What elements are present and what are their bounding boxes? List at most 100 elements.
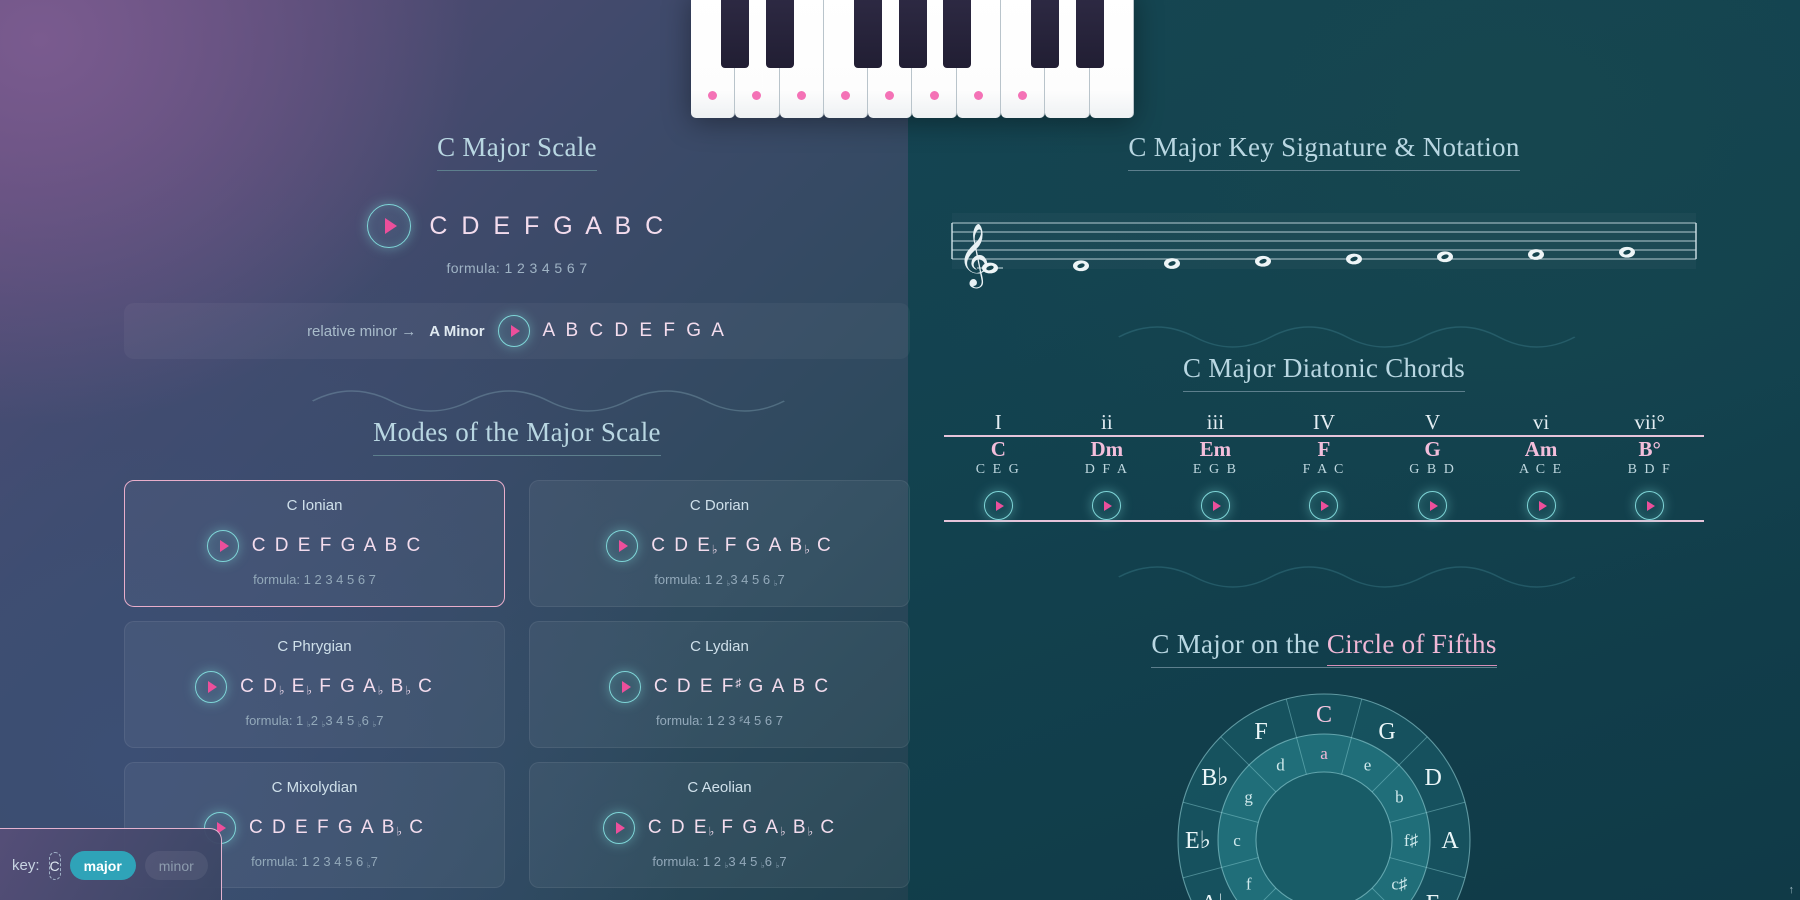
chord-tones-row-cell: C E G [975, 462, 1021, 477]
circle-title-prefix: C Major on the [1151, 629, 1327, 659]
mode-notes: C D E F G A B C [251, 535, 423, 556]
svg-text:D: D [1424, 765, 1441, 791]
piano-black-key[interactable] [1075, 0, 1104, 68]
mode-formula: formula: 1 2 3 4 5 6 7 [253, 572, 376, 587]
piano-key-dot [752, 91, 762, 100]
key-minor-button[interactable]: minor [144, 851, 208, 880]
play-icon-chord[interactable] [1092, 491, 1122, 520]
key-note-button[interactable]: C [48, 851, 61, 880]
mode-card[interactable]: C Aeolian C D E♭ F G A♭ B♭ C formula: 1 2 … [529, 761, 910, 889]
play-icon-chord[interactable] [1635, 491, 1665, 520]
relative-minor-card[interactable]: relative minor → A Minor A B C D E F G A [124, 303, 910, 359]
left-panel: C Major Scale C D E F G A B C formula: 1… [124, 132, 910, 889]
scale-formula-row: formula: 1 2 3 4 5 6 7 [124, 260, 910, 278]
mode-notes: C D E F G A B♭ C [249, 816, 425, 839]
relative-minor-label: relative minor → [307, 322, 417, 340]
chord-name-row-cell: C [990, 437, 1006, 461]
piano-key-dot [929, 91, 939, 100]
chord-name-row-cell: G [1424, 437, 1441, 461]
piano-black-key[interactable] [721, 0, 750, 68]
svg-text:A: A [1441, 828, 1459, 854]
chord-play-row-cell[interactable] [1161, 478, 1270, 521]
piano-black-key[interactable] [898, 0, 927, 68]
svg-text:f♯: f♯ [1404, 831, 1419, 850]
svg-text:G: G [1378, 719, 1395, 745]
mode-formula: formula: 1 2 ♭3 4 5 ♭6 ♭7 [652, 853, 787, 870]
modes-section-title: Modes of the Major Scale [373, 417, 661, 456]
key-major-button[interactable]: major [69, 851, 136, 880]
relative-minor-name: A Minor [429, 322, 485, 340]
piano-key-dot [885, 91, 895, 100]
mode-notes-row: C D E♭ F G A B♭ C [540, 530, 899, 562]
chord-tones-row-cell: F A C [1302, 462, 1346, 477]
chord-play-row-cell[interactable] [1595, 478, 1704, 521]
right-panel: C Major Key Signature & Notation 𝄞 C Maj… [944, 132, 1704, 900]
play-icon-chord[interactable] [1526, 491, 1556, 520]
piano-black-key[interactable] [1031, 0, 1060, 68]
chord-numeral-row: Iii iii IV Vvi vii° [944, 410, 1704, 436]
chords-table-wrapper: Iii iii IV Vvi vii° C Dm Em F G Am B° C E GD F AE G … [944, 410, 1704, 535]
scale-section-title: C Major Scale [437, 132, 597, 171]
piano-key-dot [708, 91, 718, 100]
svg-text:E♭: E♭ [1185, 828, 1211, 854]
mode-name: C Aeolian [687, 778, 752, 796]
mode-card[interactable]: C Dorian C D E♭ F G A B♭ C formula: 1 2 ♭3… [529, 480, 910, 607]
play-icon-relative-minor[interactable] [497, 315, 530, 347]
mode-notes-row: C D E F♯ G A B C [540, 670, 899, 703]
play-icon-scale[interactable] [367, 204, 412, 248]
circle-title-highlight: Circle of Fifths [1326, 629, 1497, 666]
wave-divider-left [124, 379, 910, 413]
chord-divider-bottom [944, 520, 1704, 535]
mode-notes: C D E♭ F G A♭ B♭ C [647, 816, 837, 839]
play-icon-chord[interactable] [983, 491, 1013, 520]
mode-name: C Phrygian [277, 637, 352, 655]
play-icon-mode[interactable] [606, 530, 639, 562]
chord-name-row-cell: F [1317, 437, 1331, 461]
key-selector-bar[interactable]: key: C major minor [0, 828, 222, 900]
svg-text:e: e [1364, 756, 1372, 775]
mode-name: C Dorian [689, 497, 750, 514]
scale-notes-row: C D E F G A B C [124, 204, 910, 248]
piano-keyboard[interactable] [691, 0, 1134, 118]
chord-table: Iii iii IV Vvi vii° C Dm Em F G Am B° C E GD F AE G … [944, 410, 1704, 535]
mode-notes-row: C D♭ E♭ F G A♭ B♭ C [135, 670, 494, 703]
chord-play-row-cell[interactable] [944, 478, 1053, 521]
mode-name: C Ionian [286, 497, 343, 514]
mode-card[interactable]: C Lydian C D E F♯ G A B C formula: 1 2 3 ♯… [529, 620, 910, 748]
mode-notes: C D E♭ F G A B♭ C [651, 535, 833, 557]
piano-black-key[interactable] [854, 0, 883, 68]
piano-key-dot [973, 91, 983, 100]
modes-grid: C Ionian C D E F G A B C formula: 1 2 3 4 … [124, 480, 910, 889]
chord-play-row-cell[interactable] [1378, 478, 1487, 521]
mode-notes: C D E F♯ G A B C [653, 675, 831, 697]
play-icon-mode[interactable] [195, 670, 228, 703]
chord-play-row-cell[interactable] [1487, 478, 1596, 521]
scroll-hint: ↑ [1788, 884, 1795, 896]
play-icon-mode[interactable] [608, 670, 641, 703]
music-staff: 𝄞 [944, 205, 1704, 295]
chord-tones-row-cell: G B D [1409, 462, 1456, 477]
svg-text:d: d [1276, 756, 1285, 775]
play-icon-mode[interactable] [206, 530, 239, 562]
mode-card[interactable]: C Ionian C D E F G A B C formula: 1 2 3 4 … [124, 480, 505, 607]
svg-text:B♭: B♭ [1201, 765, 1228, 791]
mode-notes-row: C D E F G A B C [135, 530, 494, 562]
scale-notes: C D E F G A B C [429, 211, 667, 240]
mode-notes: C D♭ E♭ F G A♭ B♭ C [240, 675, 434, 698]
chord-numeral-row-cell: iii [1206, 410, 1225, 434]
svg-text:b: b [1395, 788, 1404, 807]
play-icon-mode[interactable] [602, 811, 635, 844]
play-icon-chord[interactable] [1200, 491, 1230, 520]
chord-play-row-cell[interactable] [1053, 478, 1162, 521]
svg-text:C: C [1316, 702, 1332, 728]
play-icon-chord[interactable] [1309, 491, 1339, 520]
play-icon-chord[interactable] [1418, 491, 1448, 520]
piano-black-key[interactable] [942, 0, 971, 68]
mode-formula: formula: 1 ♭2 ♭3 4 5 ♭6 ♭7 [245, 712, 384, 729]
wave-divider-right-2 [944, 555, 1704, 589]
chord-play-row-cell[interactable] [1270, 478, 1379, 521]
circle-of-fifths-diagram[interactable]: CGDAEBF♯D♭A♭E♭B♭Faebf♯c♯g♯d♯b♭fcgd [944, 690, 1704, 900]
svg-text:c♯: c♯ [1391, 875, 1408, 894]
mode-card[interactable]: C Phrygian C D♭ E♭ F G A♭ B♭ C formula: 1 … [124, 620, 505, 748]
piano-black-key[interactable] [765, 0, 794, 68]
